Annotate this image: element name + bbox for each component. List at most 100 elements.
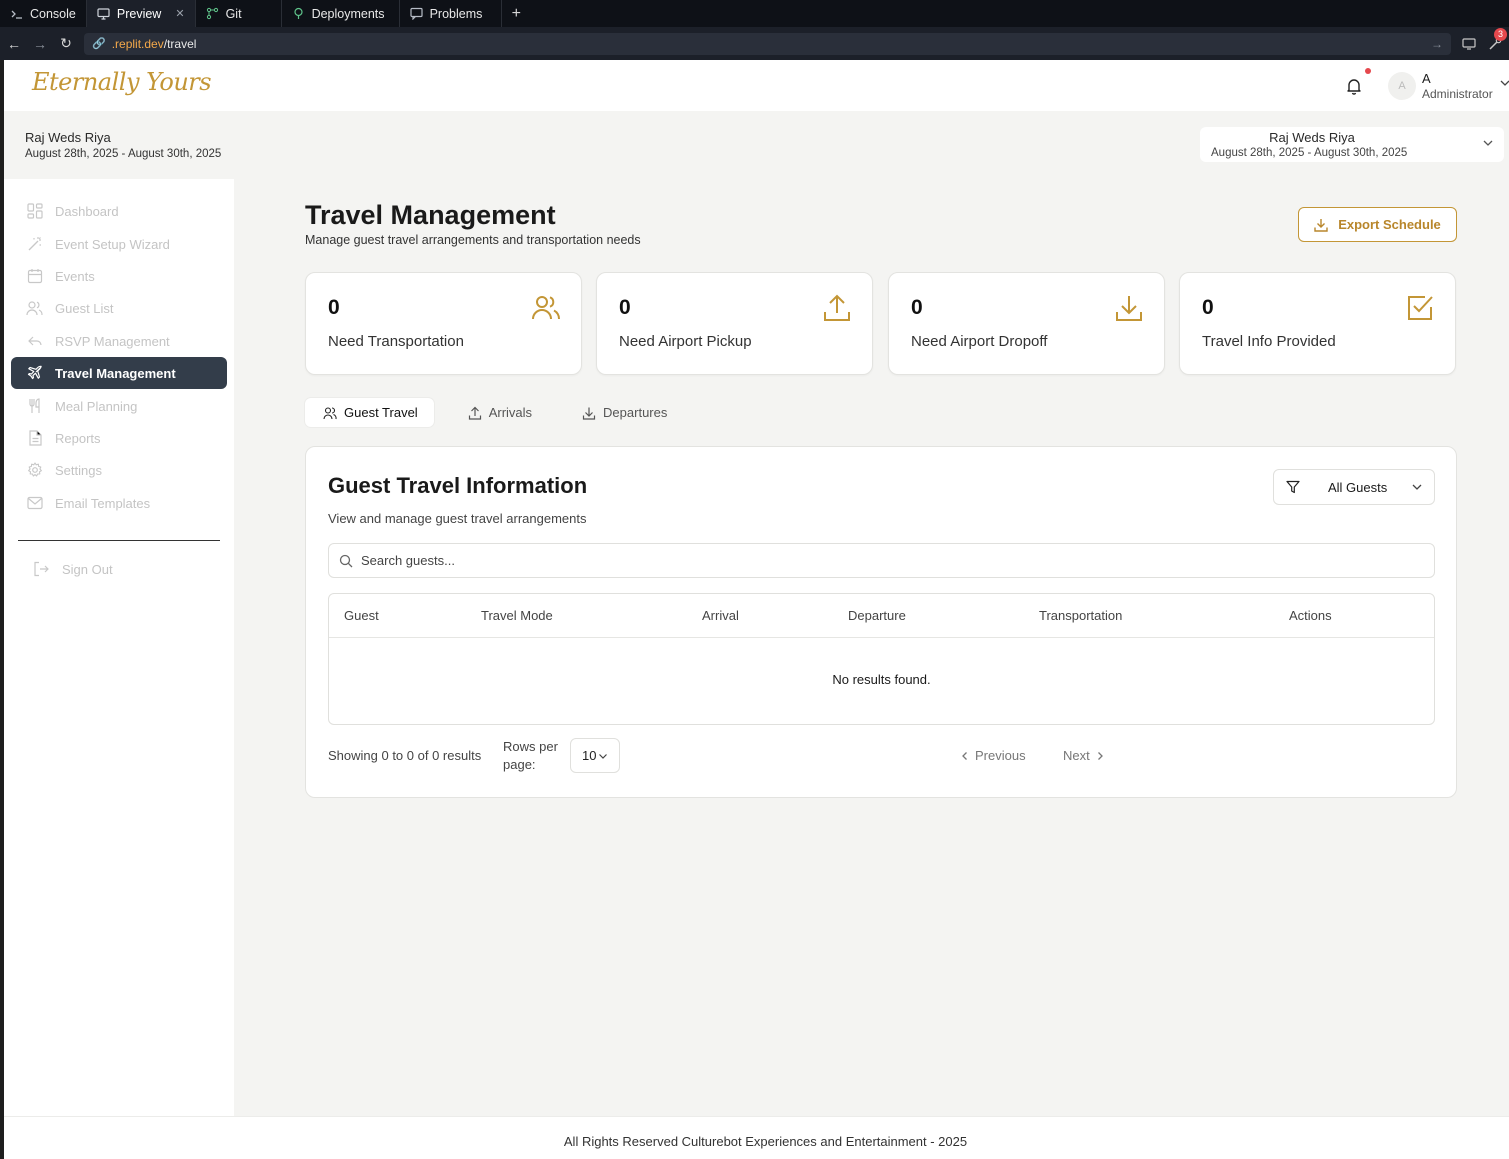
rows-per-page-label: Rows per page: bbox=[503, 739, 558, 772]
tab-label: Guest Travel bbox=[344, 405, 418, 420]
table-header: Guest Travel Mode Arrival Departure Tran… bbox=[329, 594, 1434, 638]
chevron-down-icon bbox=[598, 751, 608, 761]
tab-guest-travel[interactable]: Guest Travel bbox=[305, 398, 434, 427]
bell-icon[interactable] bbox=[1344, 76, 1364, 96]
column-header-transportation[interactable]: Transportation bbox=[1039, 608, 1122, 623]
event-selector-dates: August 28th, 2025 - August 30th, 2025 bbox=[1211, 147, 1408, 159]
go-icon[interactable]: → bbox=[1431, 37, 1443, 51]
tab-departures[interactable]: Departures bbox=[564, 398, 683, 427]
users-icon bbox=[26, 300, 43, 317]
column-header-departure[interactable]: Departure bbox=[848, 608, 906, 623]
browser-tab-bar: Console Preview ✕ Git Deployments Proble… bbox=[0, 0, 1509, 27]
new-tab-button[interactable]: + bbox=[502, 0, 531, 27]
sidebar-item-meal-planning[interactable]: Meal Planning bbox=[11, 390, 227, 422]
reload-icon[interactable]: ↻ bbox=[58, 35, 74, 52]
sidebar-item-label: Travel Management bbox=[55, 365, 176, 381]
sidebar-item-dashboard[interactable]: Dashboard bbox=[11, 195, 227, 227]
tab-arrivals[interactable]: Arrivals bbox=[450, 398, 548, 427]
users-icon bbox=[531, 293, 561, 323]
stat-label: Need Airport Pickup bbox=[619, 333, 752, 350]
sidebar-item-email-templates[interactable]: Email Templates bbox=[11, 487, 227, 519]
sidebar-item-label: Events bbox=[55, 268, 95, 284]
search-box bbox=[328, 543, 1435, 578]
avatar[interactable]: A bbox=[1388, 72, 1416, 100]
search-input[interactable] bbox=[361, 544, 1421, 577]
footer: All Rights Reserved Culturebot Experienc… bbox=[4, 1116, 1509, 1159]
panel-title: Guest Travel Information bbox=[328, 473, 588, 498]
tab-problems[interactable]: Problems bbox=[400, 0, 502, 27]
sidebar-item-guest-list[interactable]: Guest List bbox=[11, 292, 227, 324]
sidebar-item-rsvp-management[interactable]: RSVP Management bbox=[11, 325, 227, 357]
tab-git[interactable]: Git bbox=[196, 0, 282, 27]
event-selector[interactable]: Raj Weds Riya August 28th, 2025 - August… bbox=[1200, 127, 1504, 162]
rows-per-page-select[interactable]: 10 bbox=[570, 738, 620, 773]
page-subtitle: Manage guest travel arrangements and tra… bbox=[305, 233, 641, 247]
previous-page-button[interactable]: Previous bbox=[961, 748, 1026, 763]
export-schedule-button[interactable]: Export Schedule bbox=[1298, 207, 1457, 242]
download-icon bbox=[1314, 218, 1328, 232]
tab-label: Deployments bbox=[311, 6, 385, 21]
sidebar-item-label: Reports bbox=[55, 430, 101, 446]
link-icon: 🔗 bbox=[92, 38, 106, 50]
url-path: /travel bbox=[163, 36, 197, 51]
sidebar-item-label: Dashboard bbox=[55, 203, 119, 219]
tab-console[interactable]: Console bbox=[0, 0, 87, 27]
empty-state-message: No results found. bbox=[832, 672, 931, 687]
guest-filter-select[interactable]: All Guests bbox=[1273, 469, 1435, 505]
user-name[interactable]: A bbox=[1422, 71, 1431, 86]
close-icon[interactable]: ✕ bbox=[175, 7, 184, 20]
next-page-button[interactable]: Next bbox=[1063, 748, 1104, 763]
chevron-down-icon[interactable] bbox=[1500, 80, 1509, 86]
address-field[interactable]: 🔗 .replit.dev/travel → bbox=[84, 32, 1451, 55]
chevron-down-icon bbox=[1482, 137, 1494, 149]
sidebar-item-label: Settings bbox=[55, 462, 102, 478]
mail-icon bbox=[26, 495, 43, 512]
notification-count-badge: 3 bbox=[1494, 27, 1507, 41]
tab-label: Arrivals bbox=[488, 405, 533, 420]
sidebar-item-settings[interactable]: Settings bbox=[11, 454, 227, 486]
deploy-icon bbox=[292, 7, 306, 21]
search-icon bbox=[339, 554, 353, 568]
column-header-guest[interactable]: Guest bbox=[344, 608, 379, 623]
sidebar-divider bbox=[18, 540, 220, 541]
tab-label: Console bbox=[30, 6, 76, 21]
filter-value: All Guests bbox=[1328, 480, 1388, 495]
column-header-travel-mode[interactable]: Travel Mode bbox=[481, 608, 553, 623]
devtools-icon[interactable]: 3 bbox=[1487, 27, 1507, 52]
dashboard-icon bbox=[26, 203, 43, 220]
tab-preview[interactable]: Preview ✕ bbox=[86, 0, 196, 27]
event-selector-title: Raj Weds Riya bbox=[1269, 130, 1355, 145]
tab-label: Departures bbox=[603, 405, 668, 420]
check-square-icon bbox=[1405, 293, 1435, 323]
tab-label: Git bbox=[225, 6, 242, 21]
url-host: .replit.dev bbox=[111, 36, 164, 51]
sidebar-item-event-setup-wizard[interactable]: Event Setup Wizard bbox=[11, 228, 227, 260]
app-root: Eternally Yours A A Administrator Raj We… bbox=[4, 60, 1509, 1159]
sidebar-item-reports[interactable]: Reports bbox=[11, 422, 227, 454]
download-icon bbox=[1114, 293, 1144, 323]
event-dates: August 28th, 2025 - August 30th, 2025 bbox=[25, 148, 222, 160]
tab-deployments[interactable]: Deployments bbox=[282, 0, 400, 27]
sidebar-item-label: Guest List bbox=[55, 300, 114, 316]
back-icon[interactable]: ← bbox=[6, 36, 22, 52]
sign-out-button[interactable]: Sign Out bbox=[33, 561, 113, 577]
forward-icon[interactable]: → bbox=[32, 36, 48, 52]
column-header-arrival[interactable]: Arrival bbox=[702, 608, 739, 623]
sidebar-item-travel-management[interactable]: Travel Management bbox=[11, 357, 227, 389]
filter-icon bbox=[1286, 480, 1300, 494]
panel-subtitle: View and manage guest travel arrangement… bbox=[328, 511, 587, 526]
stat-label: Travel Info Provided bbox=[1202, 333, 1336, 350]
notification-dot bbox=[1365, 68, 1371, 74]
terminal-icon bbox=[10, 7, 24, 21]
sidebar: Dashboard Event Setup Wizard Events Gues… bbox=[4, 179, 234, 1116]
guest-travel-table: Guest Travel Mode Arrival Departure Tran… bbox=[328, 593, 1435, 725]
upload-icon bbox=[468, 406, 482, 420]
pagination-summary: Showing 0 to 0 of 0 results bbox=[328, 748, 482, 763]
sidebar-item-events[interactable]: Events bbox=[11, 260, 227, 292]
export-schedule-label: Export Schedule bbox=[1338, 217, 1441, 232]
upload-icon bbox=[822, 293, 852, 323]
devices-icon[interactable] bbox=[1461, 36, 1477, 52]
event-title: Raj Weds Riya bbox=[25, 130, 111, 145]
logo[interactable]: Eternally Yours bbox=[32, 68, 212, 96]
stat-value: 0 bbox=[619, 296, 631, 319]
